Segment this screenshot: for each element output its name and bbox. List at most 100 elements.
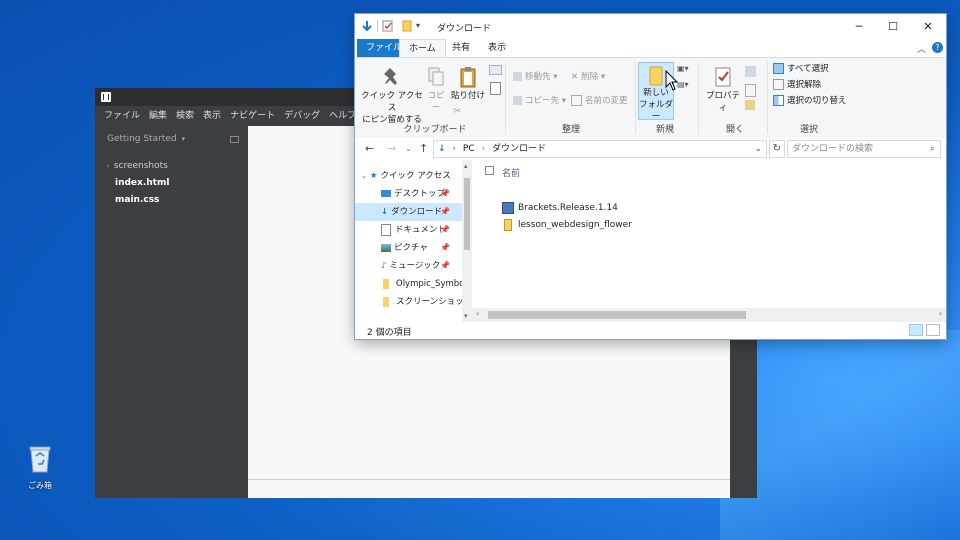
nav-item-music[interactable]: ♪ ミュージック 📌 [355,257,462,275]
nav-item-folder[interactable]: スクリーンショット [355,293,462,311]
move-to-button[interactable]: 移動先 ▾ [513,70,557,84]
content-hscrollbar[interactable]: ‹ › [472,308,946,322]
paste-button[interactable]: 貼り付け [451,66,485,102]
group-label-clipboard: クリップボード [403,125,467,135]
select-all-checkbox[interactable] [485,166,494,175]
chevron-down-icon: ⌄ [361,172,367,180]
chevron-up-icon[interactable]: ︿ [917,42,926,55]
minimize-button[interactable]: ─ [842,14,876,39]
list-item[interactable]: Brackets.Release.1.14 [502,200,618,216]
nav-item-folder[interactable]: Olympic_Symbo [355,275,462,293]
delete-label: 削除 [581,72,599,82]
tab-view[interactable]: 表示 [479,39,515,57]
window-title: ダウンロード [437,24,492,34]
delete-button[interactable]: ✕ 削除 ▾ [571,70,605,84]
history-icon[interactable] [745,100,755,110]
paste-shortcut-icon[interactable] [490,82,501,95]
open-icon[interactable] [745,66,756,77]
up-arrow-icon[interactable]: ↑ [419,142,428,155]
details-view-icon[interactable] [909,324,923,336]
tab-home[interactable]: ホーム [399,39,446,57]
column-header-name[interactable]: 名前 [502,166,520,179]
project-dropdown[interactable]: Getting Started ▾ [107,134,185,144]
copy-to-button[interactable]: コピー先 ▾ [513,94,566,108]
nav-item-documents[interactable]: ドキュメント 📌 [355,221,462,239]
nav-scrollbar-thumb[interactable] [464,178,470,250]
select-all-icon [773,63,784,74]
close-button[interactable]: ✕ [911,14,945,39]
new-folder-icon [649,66,663,86]
brackets-app-icon [101,92,111,102]
invert-selection-button[interactable]: 選択の切り替え [773,94,847,108]
split-view-icon[interactable] [230,136,239,143]
file-explorer-window: ▾ ダウンロード ─ ☐ ✕ ファイル ホーム 共有 表示 ︿ ? クイック ア… [355,14,946,339]
move-to-label: 移動先 [525,72,551,82]
maximize-button[interactable]: ☐ [876,14,910,39]
menu-navigate[interactable]: ナビゲート [230,106,275,126]
explorer-titlebar[interactable]: ▾ ダウンロード ─ ☐ ✕ [355,14,946,39]
select-none-button[interactable]: 選択解除 [773,78,821,92]
back-arrow-icon[interactable]: ← [365,142,374,155]
pin-quick-access-button[interactable]: クイック アクセス にピン留めする [361,66,423,126]
address-bar[interactable]: ↓ › PC › ダウンロード ⌄ [433,140,767,158]
properties-button[interactable]: プロパティ [703,66,743,114]
picture-icon [381,243,391,252]
folder-icon [383,296,389,307]
pin-icon: 📌 [440,189,450,198]
cut-icon[interactable]: ✂ [453,106,461,117]
forward-arrow-icon[interactable]: → [387,142,396,155]
menu-find[interactable]: 検索 [176,106,194,126]
nav-item-quick-access[interactable]: ⌄ ★ クイック アクセス [355,167,462,185]
recycle-bin[interactable]: ごみ箱 [18,444,62,491]
nav-item-downloads[interactable]: ↓ ダウンロード 📌 [355,203,462,221]
chevron-up-icon[interactable]: ▴ [464,162,468,170]
large-icons-view-icon[interactable] [926,324,940,336]
search-input[interactable]: ダウンロードの検索 ⌕ [787,140,941,158]
refresh-button[interactable]: ↻ [769,140,785,158]
select-all-button[interactable]: すべて選択 [773,62,829,76]
file-tree-item[interactable]: main.css [115,192,169,209]
status-bar: 2 個の項目 [355,322,946,339]
breadcrumb-pc[interactable]: PC [463,144,475,154]
menu-debug[interactable]: デバッグ [284,106,320,126]
menu-file[interactable]: ファイル [104,106,140,126]
recent-locations-icon[interactable]: ⌄ [405,144,412,153]
menu-view[interactable]: 表示 [203,106,221,126]
pin-icon: 📌 [440,261,450,270]
brackets-sidebar: Getting Started ▾ › screenshots index.htm… [95,126,248,498]
document-icon [381,223,391,236]
help-icon[interactable]: ? [932,42,943,53]
ribbon: クイック アクセス にピン留めする コピー 貼り付け ✂ クリップボード 移動先… [355,57,946,139]
chevron-down-icon[interactable]: ⌄ [754,141,762,157]
nav-item-pictures[interactable]: ピクチャ 📌 [355,239,462,257]
customize-qat-icon[interactable]: ▾ [416,20,428,32]
rename-label: 名前の変更 [585,96,628,106]
properties-quick-icon[interactable] [377,20,394,32]
properties-label: プロパティ [705,91,740,113]
list-item[interactable]: lesson_webdesign_flower [502,217,632,233]
content-hscrollbar-thumb[interactable] [488,311,746,319]
copy-button[interactable]: コピー [425,66,447,114]
chevron-right-icon[interactable]: › [939,309,942,318]
menu-help[interactable]: ヘルプ [329,106,356,126]
download-folder-icon: ↓ [438,144,446,154]
pin-icon: 📌 [440,243,450,252]
copy-path-icon[interactable] [489,65,502,75]
menu-edit[interactable]: 編集 [149,106,167,126]
chevron-left-icon[interactable]: ‹ [476,309,479,318]
nav-scrollbar[interactable]: ▴ ▾ [462,160,472,322]
edit-icon[interactable] [745,84,756,97]
project-file-tree: › screenshots index.html main.css [107,158,169,209]
file-name: Brackets.Release.1.14 [518,203,618,213]
new-folder-quick-icon[interactable] [401,20,413,32]
file-tree-item[interactable]: index.html [115,175,169,192]
ribbon-separator [767,62,768,134]
nav-item-desktop[interactable]: デスクトップ 📌 [355,185,462,203]
breadcrumb-downloads[interactable]: ダウンロード [492,144,546,154]
chevron-down-icon[interactable]: ▾ [464,312,468,320]
file-name: lesson_webdesign_flower [518,220,632,230]
rename-button[interactable]: 名前の変更 [571,94,628,108]
nav-item-label: デスクトップ [394,189,446,199]
file-tree-item[interactable]: › screenshots [107,158,169,175]
tab-share[interactable]: 共有 [443,39,479,57]
